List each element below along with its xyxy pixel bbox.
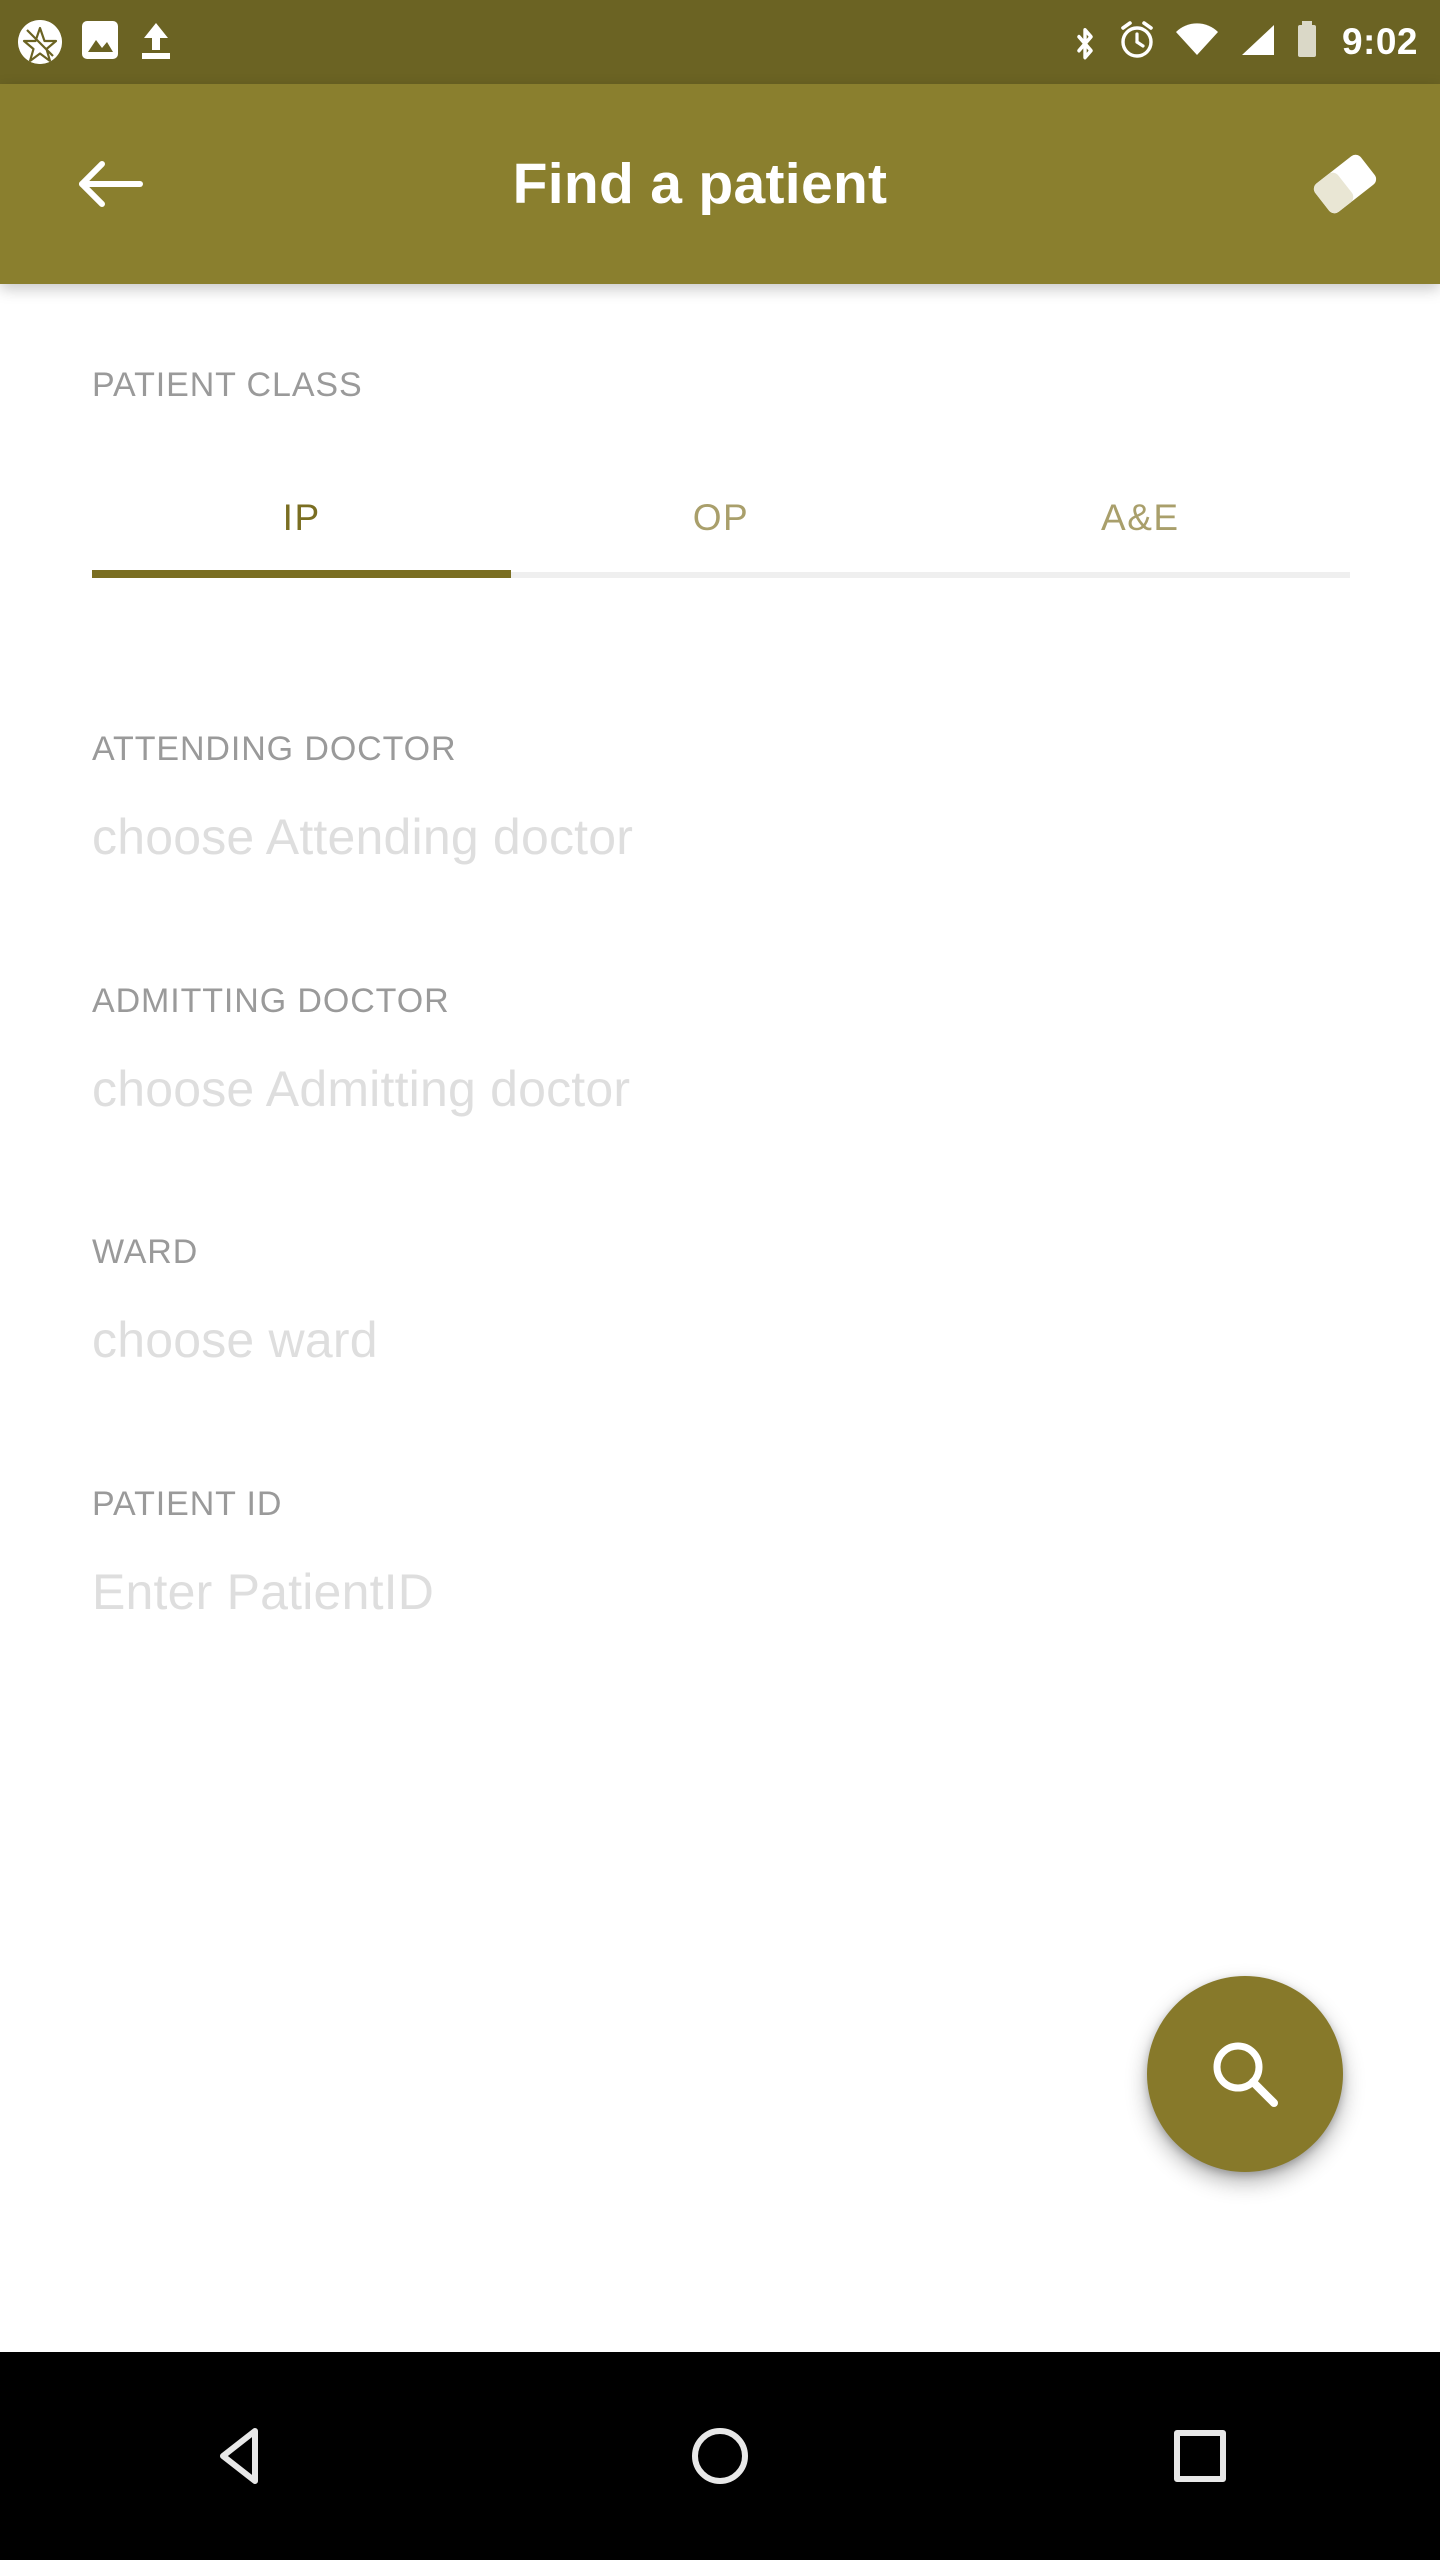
cellular-signal-icon [1236,19,1278,66]
field-value-attending-doctor[interactable]: choose Attending doctor [92,808,1350,866]
field-value-patient-id[interactable]: Enter PatientID [92,1563,1350,1621]
status-bar-right-icons: 9:02 [1070,18,1418,67]
main-content: PATIENT CLASS IP OP A&E ATTENDING DOCTOR… [0,284,1440,2352]
tab-indicator [92,570,511,578]
status-bar-left-icons [18,19,174,66]
field-admitting-doctor[interactable]: ADMITTING DOCTOR choose Admitting doctor [92,981,1350,1118]
nav-home-button[interactable] [620,2352,820,2560]
circle-home-icon [692,2428,748,2484]
tab-ip[interactable]: IP [92,464,511,572]
field-label-attending-doctor: ATTENDING DOCTOR [92,730,457,768]
bluetooth-icon [1070,18,1100,67]
search-icon [1213,2042,1278,2107]
field-label-patient-id: PATIENT ID [92,1485,283,1523]
tab-op[interactable]: OP [511,464,930,572]
clear-button[interactable] [1270,84,1420,284]
system-navigation-bar [0,2352,1440,2560]
eraser-icon [1313,154,1377,214]
square-recents-icon [1174,2430,1226,2482]
field-value-ward[interactable]: choose ward [92,1311,1350,1369]
field-value-admitting-doctor[interactable]: choose Admitting doctor [92,1060,1350,1118]
status-bar-clock: 9:02 [1341,21,1418,62]
field-ward[interactable]: WARD choose ward [92,1232,1350,1369]
tab-ae[interactable]: A&E [931,464,1350,572]
field-label-admitting-doctor: ADMITTING DOCTOR [92,982,450,1020]
app-screen: 9:02 Find a patient PATIENT CLASS IP OP … [0,0,1440,2560]
field-label-ward: WARD [92,1233,199,1271]
app-notification-icon [18,20,62,64]
page-title: Find a patient [512,152,888,216]
upload-icon [138,19,174,66]
app-bar: Find a patient [0,84,1440,284]
field-attending-doctor[interactable]: ATTENDING DOCTOR choose Attending doctor [92,729,1350,866]
patient-class-label: PATIENT CLASS [92,366,363,404]
nav-back-button[interactable] [140,2352,340,2560]
status-bar: 9:02 [0,0,1440,84]
nav-recents-button[interactable] [1100,2352,1300,2560]
wifi-icon [1174,19,1220,66]
battery-icon [1294,18,1320,67]
search-fab[interactable] [1147,1976,1343,2172]
field-patient-id[interactable]: PATIENT ID Enter PatientID [92,1484,1350,1621]
triangle-back-icon [220,2428,258,2484]
alarm-icon [1116,19,1158,66]
patient-class-tabs: IP OP A&E [92,464,1350,594]
screenshot-image-icon [80,19,120,66]
